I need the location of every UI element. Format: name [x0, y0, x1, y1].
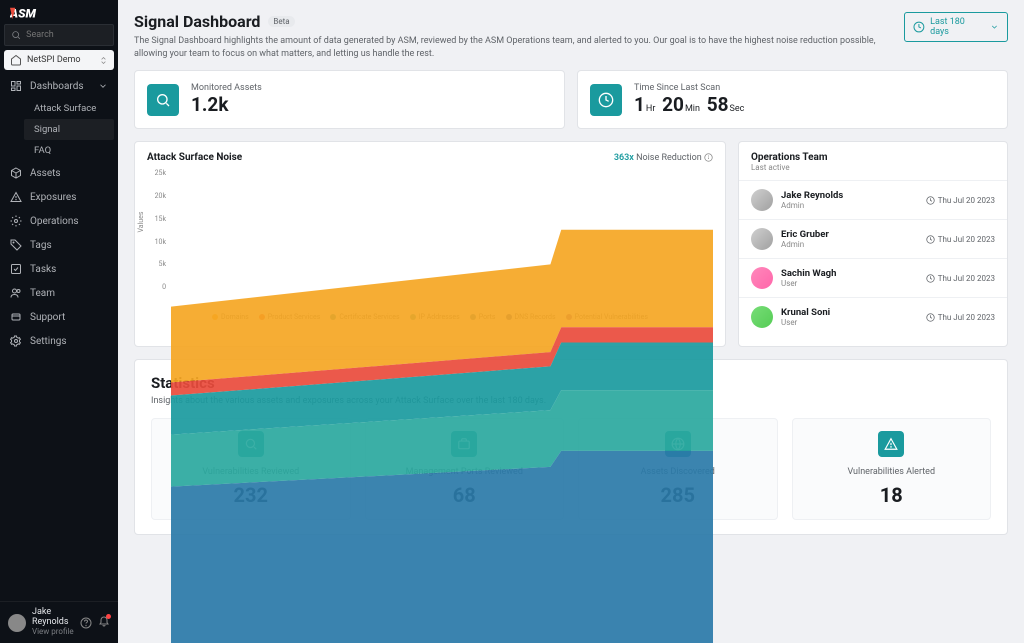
- profile-name: Jake Reynolds: [32, 608, 74, 628]
- profile-sub: View profile: [32, 628, 74, 637]
- main-content: Signal Dashboard Beta The Signal Dashboa…: [118, 0, 1024, 643]
- profile-link[interactable]: Jake Reynolds View profile: [32, 608, 74, 637]
- org-selector[interactable]: NetSPI Demo: [4, 50, 114, 70]
- chevron-down-icon: [98, 80, 108, 92]
- org-name: NetSPI Demo: [27, 55, 81, 65]
- updown-icon: [99, 56, 108, 65]
- metric-value: 1Hr 20Min 58Sec: [634, 93, 746, 116]
- beta-badge: Beta: [268, 16, 294, 27]
- box-icon: [10, 167, 22, 179]
- sidebar-footer: Jake Reynolds View profile: [0, 601, 118, 643]
- noise-reduction-label: 363x Noise Reduction: [614, 153, 713, 163]
- search-icon: [147, 84, 179, 116]
- nav-team[interactable]: Team: [0, 281, 118, 305]
- monitored-assets-card: Monitored Assets 1.2k: [134, 70, 565, 129]
- brand-logo: ASM: [0, 0, 118, 24]
- last-scan-card: Time Since Last Scan 1Hr 20Min 58Sec: [577, 70, 1008, 129]
- nav-attack-surface[interactable]: Attack Surface: [24, 98, 118, 119]
- dashboard-icon: [10, 80, 22, 92]
- nav-settings[interactable]: Settings: [0, 329, 118, 353]
- operations-team-card: Operations Team Last active Jake Reynold…: [738, 141, 1008, 347]
- attack-surface-noise-chart: Attack Surface Noise 363x Noise Reductio…: [134, 141, 726, 347]
- users-icon: [10, 287, 22, 299]
- nav-operations[interactable]: Operations: [0, 209, 118, 233]
- search-field[interactable]: [26, 30, 107, 40]
- ops-member-row[interactable]: Sachin WaghUserThu Jul 20 2023: [739, 258, 1007, 297]
- avatar: [751, 228, 773, 250]
- clock-icon: [926, 274, 935, 283]
- support-icon: [10, 311, 22, 323]
- gear-icon: [10, 215, 22, 227]
- notifications-button[interactable]: [98, 615, 110, 630]
- metric-label: Time Since Last Scan: [634, 83, 746, 93]
- chevron-down-icon: [990, 21, 999, 33]
- nav: Dashboards Attack Surface Signal FAQ Ass…: [0, 74, 118, 601]
- nav-tags[interactable]: Tags: [0, 233, 118, 257]
- search-input[interactable]: [4, 24, 114, 46]
- nav-dashboards[interactable]: Dashboards: [0, 74, 118, 98]
- nav-faq[interactable]: FAQ: [24, 140, 118, 161]
- stat-card: Vulnerabilities Alerted18: [792, 418, 992, 520]
- clock-icon: [926, 235, 935, 244]
- avatar: [751, 267, 773, 289]
- sidebar: ASM NetSPI Demo Dashboards Attack Surfac…: [0, 0, 118, 643]
- area-chart: [171, 169, 713, 643]
- chart-title: Attack Surface Noise: [147, 152, 242, 163]
- nav-support[interactable]: Support: [0, 305, 118, 329]
- settings-icon: [10, 335, 22, 347]
- avatar: [751, 189, 773, 211]
- nav-signal[interactable]: Signal: [24, 119, 114, 140]
- metric-value: 1.2k: [191, 93, 262, 116]
- ops-member-row[interactable]: Jake ReynoldsAdminThu Jul 20 2023: [739, 180, 1007, 219]
- alert-icon: [10, 191, 22, 203]
- home-icon: [10, 54, 22, 66]
- page-title: Signal Dashboard: [134, 12, 260, 31]
- metric-label: Monitored Assets: [191, 83, 262, 93]
- y-axis: 25k20k15k10k5k0: [147, 169, 169, 291]
- nav-assets[interactable]: Assets: [0, 161, 118, 185]
- info-icon[interactable]: [704, 153, 713, 162]
- notification-dot: [106, 614, 111, 619]
- time-range-selector[interactable]: Last 180 days: [904, 12, 1008, 42]
- clock-icon: [926, 196, 935, 205]
- page-subtitle: The Signal Dashboard highlights the amou…: [134, 35, 904, 60]
- ops-member-row[interactable]: Eric GruberAdminThu Jul 20 2023: [739, 219, 1007, 258]
- search-icon: [11, 29, 21, 41]
- y-axis-label: Values: [137, 212, 145, 233]
- nav-tasks[interactable]: Tasks: [0, 257, 118, 281]
- clock-icon: [926, 313, 935, 322]
- clock-icon: [590, 84, 622, 116]
- page-header: Signal Dashboard Beta The Signal Dashboa…: [134, 12, 1008, 60]
- nav-exposures[interactable]: Exposures: [0, 185, 118, 209]
- avatar: [751, 306, 773, 328]
- ops-sub: Last active: [751, 163, 995, 172]
- check-icon: [10, 263, 22, 275]
- help-icon[interactable]: [80, 617, 92, 629]
- profile-avatar[interactable]: [8, 614, 26, 632]
- ops-member-row[interactable]: Krunal SoniUserThu Jul 20 2023: [739, 297, 1007, 336]
- ops-title: Operations Team: [751, 152, 995, 163]
- clock-icon: [913, 21, 925, 33]
- alert-icon: [878, 431, 904, 457]
- tag-icon: [10, 239, 22, 251]
